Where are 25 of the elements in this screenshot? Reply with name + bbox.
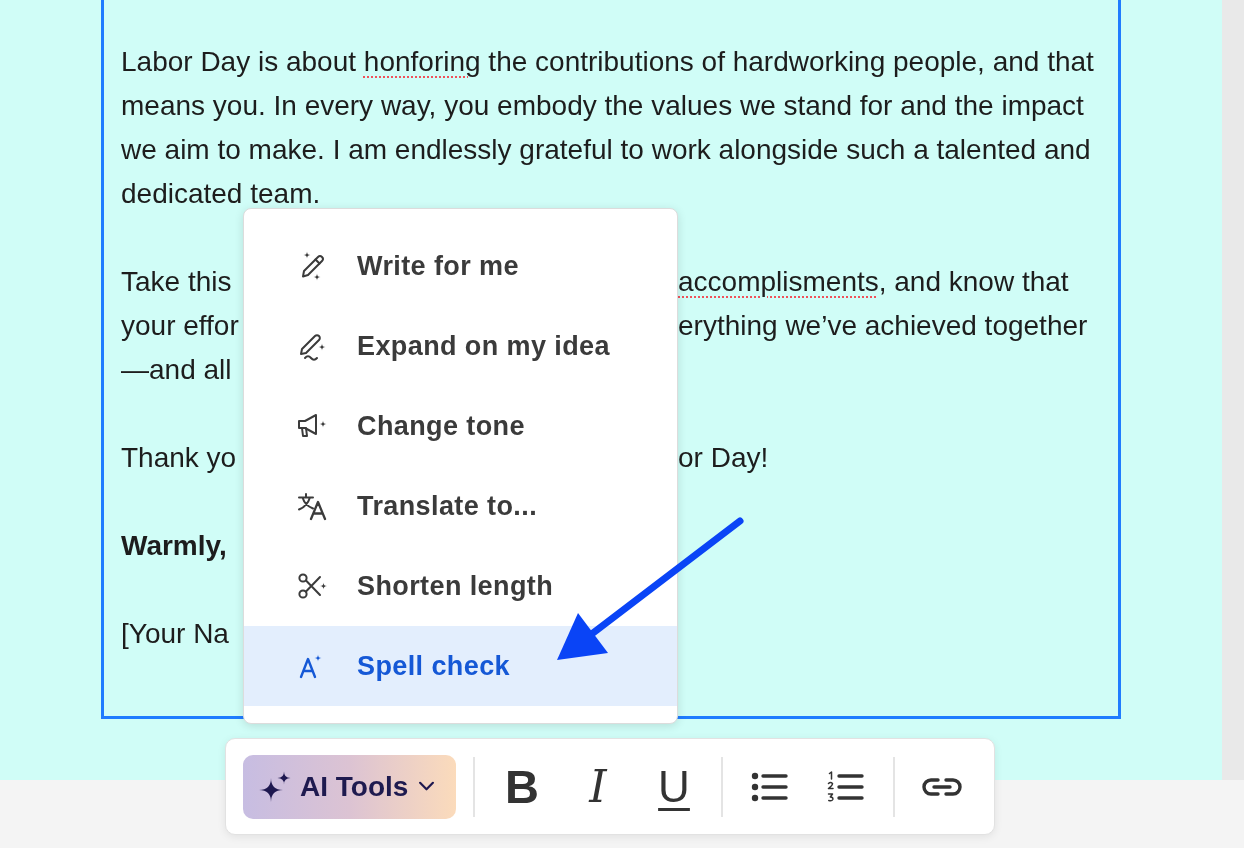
text-fragment: or Day! xyxy=(678,441,769,475)
ai-tools-button[interactable]: AI Tools xyxy=(243,754,456,819)
text-fragment: —and all xyxy=(121,353,232,387)
link-icon xyxy=(922,776,962,797)
signoff-text: Warmly, xyxy=(121,529,227,563)
text-fragment: erything we’ve achieved together xyxy=(678,309,1088,343)
bold-button[interactable]: B xyxy=(492,754,552,819)
body-paragraph: Labor Day is about honforing the contributions of hardworking people, and that means you. In every way, you embody the values we stand for and the impact we aim to make. I am endlessly grateful to work alongside such a talented and dedicated team. xyxy=(121,45,1095,211)
text-fragment: Take this xyxy=(121,265,232,299)
menu-item[interactable]: Expand on my idea xyxy=(244,306,677,386)
menu-item[interactable]: Write for me xyxy=(244,226,677,306)
bulleted-list-icon xyxy=(751,770,789,803)
text-fragment: your effor xyxy=(121,309,239,343)
menu-item[interactable]: Translate to... xyxy=(244,466,677,546)
translate-icon xyxy=(296,490,328,522)
menu-item[interactable]: Change tone xyxy=(244,386,677,466)
menu-item[interactable]: Spell check xyxy=(244,626,677,706)
text-fragment: Thank yo xyxy=(121,441,237,475)
text-fragment: [Your Na xyxy=(121,617,229,651)
caret-icon xyxy=(418,781,436,792)
numbered-list-icon xyxy=(827,770,865,803)
text-fragment: accomplisments, and know that xyxy=(678,265,1069,299)
italic-button[interactable]: I xyxy=(568,754,628,819)
underline-button[interactable]: U xyxy=(644,754,704,819)
menu-item[interactable]: Shorten length xyxy=(244,546,677,626)
